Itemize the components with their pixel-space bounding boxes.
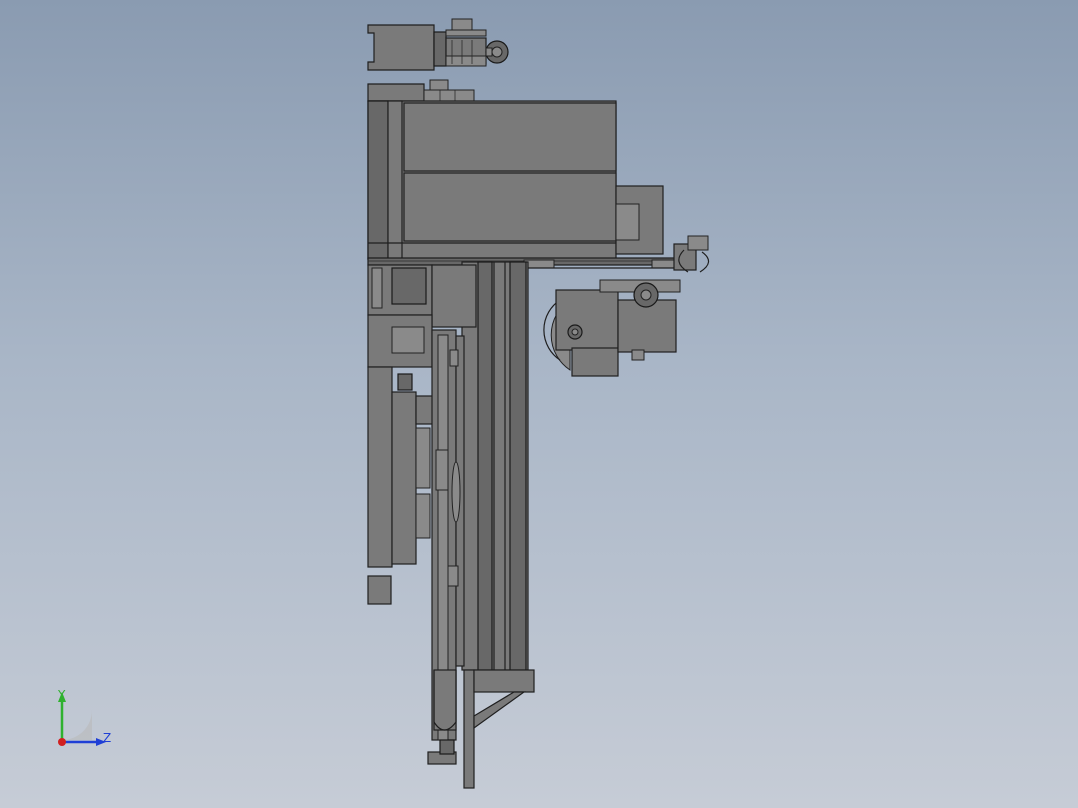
triad-z-label: Z <box>103 731 112 745</box>
graphics-viewport[interactable]: Y Z <box>0 0 1078 808</box>
gear-motor-assembly[interactable] <box>543 279 681 377</box>
second-gripper-module[interactable] <box>367 79 475 102</box>
base-bracket[interactable] <box>473 669 535 730</box>
main-housing[interactable] <box>367 100 617 260</box>
mechanical-assembly-model[interactable] <box>0 0 1078 808</box>
top-gripper-module[interactable] <box>367 18 509 71</box>
lower-cylinder[interactable] <box>427 669 475 789</box>
side-drive-box[interactable] <box>615 185 664 255</box>
triad-y-label: Y <box>58 688 66 702</box>
rail-servo-motor[interactable] <box>673 235 710 273</box>
